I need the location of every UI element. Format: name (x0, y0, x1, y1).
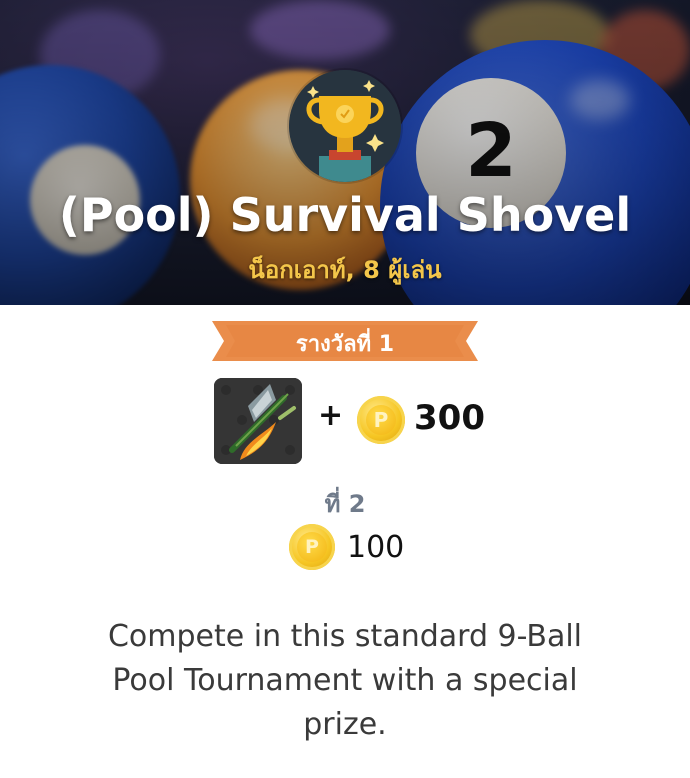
tournament-header: 2 (Pool) Survival Shovel น็อกเอาท์, 8 ผู… (0, 0, 690, 305)
second-prize-coins: 100 (347, 530, 405, 565)
first-prize-coins: 300 (414, 398, 485, 438)
first-prize-ribbon: รางวัลที่ 1 (212, 321, 478, 361)
coin-icon: P (289, 524, 335, 570)
second-prize-label: ที่ 2 (324, 490, 366, 518)
plus-sign: + (318, 398, 344, 433)
tournament-description: Compete in this standard 9-Ball Pool Tou… (107, 619, 583, 742)
tournament-format: น็อกเอาท์, 8 ผู้เล่น (248, 256, 442, 284)
trophy-icon (289, 70, 401, 182)
shovel-cue-item-icon (214, 378, 302, 464)
tournament-title: (Pool) Survival Shovel (58, 188, 632, 242)
coin-icon: P (357, 396, 405, 444)
first-prize-label: รางวัลที่ 1 (295, 332, 395, 357)
